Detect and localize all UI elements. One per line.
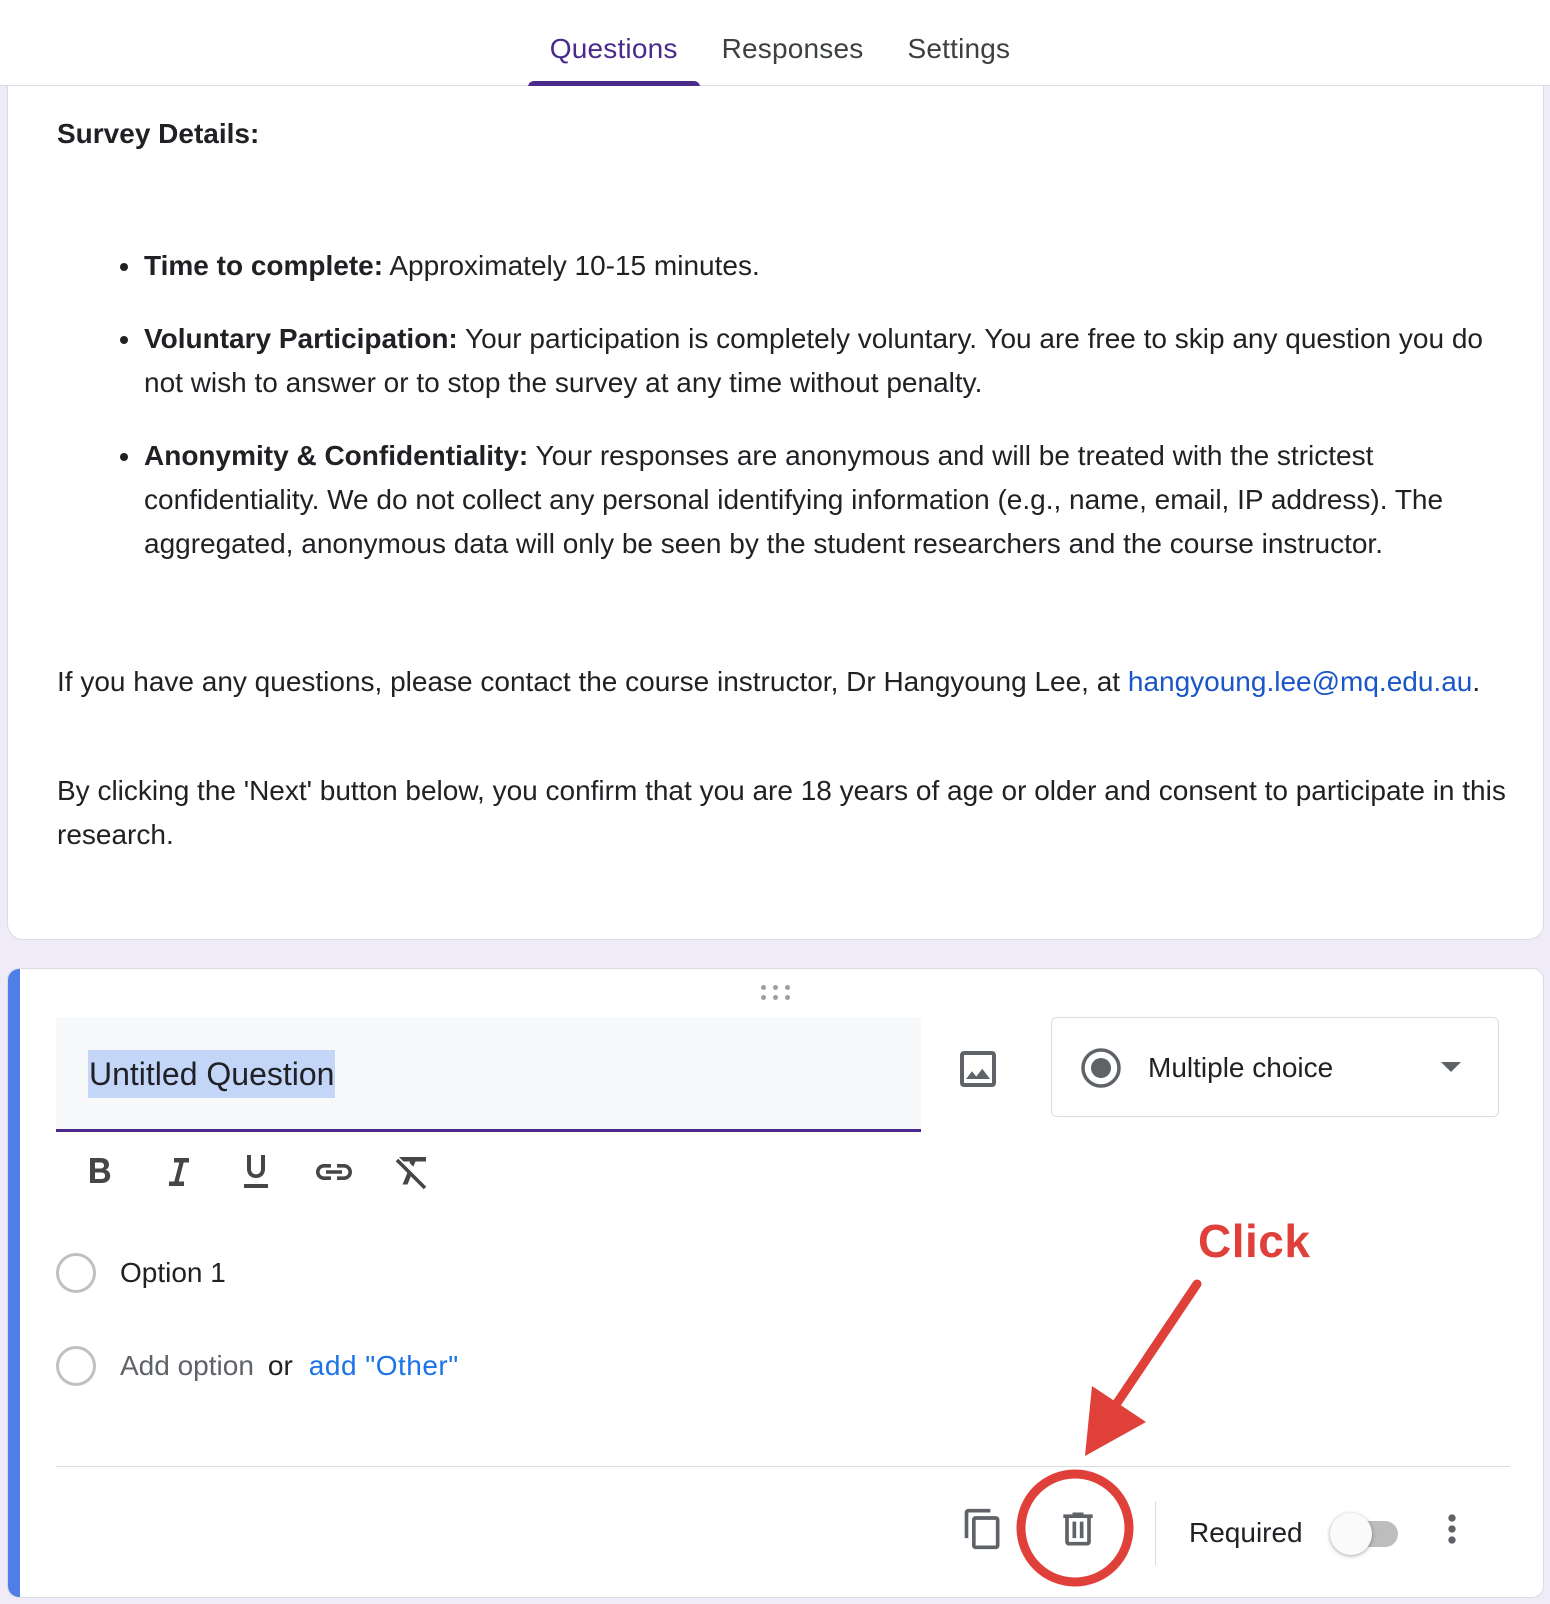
- tab-responses[interactable]: Responses: [700, 0, 886, 86]
- tab-settings[interactable]: Settings: [885, 0, 1032, 86]
- more-vert-icon[interactable]: [1424, 1501, 1480, 1557]
- active-card-accent: [8, 969, 20, 1597]
- format-clear-icon[interactable]: [388, 1149, 436, 1195]
- add-other-button[interactable]: add "Other": [309, 1350, 459, 1382]
- footer-separator: [1155, 1501, 1156, 1565]
- contact-email-link[interactable]: hangyoung.lee@mq.edu.au: [1128, 666, 1472, 697]
- radio-button-unchecked-icon: [56, 1253, 96, 1293]
- form-description-card[interactable]: Survey Details: Time to complete: Approx…: [7, 86, 1544, 940]
- option-row: Option 1: [56, 1251, 226, 1295]
- copy-icon[interactable]: [955, 1501, 1011, 1557]
- list-item-voluntary: Voluntary Participation: Your participat…: [88, 317, 1518, 405]
- trash-icon[interactable]: [1050, 1501, 1106, 1557]
- consent-paragraph: By clicking the 'Next' button below, you…: [57, 775, 1506, 850]
- question-card[interactable]: Untitled Question Multiple choice Option…: [7, 968, 1544, 1598]
- question-type-dropdown[interactable]: Multiple choice: [1051, 1017, 1499, 1117]
- bullet-label: Anonymity & Confidentiality:: [144, 440, 529, 471]
- image-icon[interactable]: [954, 1045, 1002, 1093]
- click-annotation-label: Click: [1198, 1215, 1311, 1267]
- arrow-drop-down-icon: [1441, 1062, 1461, 1072]
- add-option-row: Add option or add "Other": [56, 1344, 459, 1388]
- contact-end: .: [1472, 666, 1481, 697]
- bullet-label: Time to complete:: [144, 250, 384, 281]
- tab-questions[interactable]: Questions: [527, 0, 700, 87]
- link-icon[interactable]: [310, 1149, 358, 1195]
- option-1-text[interactable]: Option 1: [120, 1257, 226, 1289]
- survey-details-list: Time to complete: Approximately 10-15 mi…: [88, 244, 1518, 595]
- format-underline-icon[interactable]: [232, 1149, 280, 1195]
- survey-details-heading: Survey Details:: [57, 118, 260, 149]
- format-bold-icon[interactable]: [76, 1149, 124, 1195]
- add-option-button[interactable]: Add option: [120, 1350, 254, 1382]
- bullet-label: Voluntary Participation:: [144, 323, 458, 354]
- required-label: Required: [1189, 1517, 1303, 1548]
- footer-divider: [56, 1466, 1510, 1467]
- list-item-time: Time to complete: Approximately 10-15 mi…: [88, 244, 1518, 288]
- bullet-text: Approximately 10-15 minutes.: [383, 250, 760, 281]
- or-label: or: [267, 1350, 293, 1381]
- radio-button-unchecked-icon: [56, 1346, 96, 1386]
- contact-text: If you have any questions, please contac…: [57, 666, 1128, 697]
- question-title-input[interactable]: Untitled Question: [56, 1017, 921, 1132]
- contact-paragraph: If you have any questions, please contac…: [57, 660, 1517, 704]
- format-italic-icon[interactable]: [154, 1149, 202, 1195]
- question-title-text: Untitled Question: [88, 1050, 336, 1098]
- toggle-thumb: [1330, 1513, 1372, 1555]
- tab-bar: Questions Responses Settings: [0, 0, 1550, 87]
- list-item-anonymity: Anonymity & Confidentiality: Your respon…: [88, 434, 1518, 566]
- drag-handle-icon[interactable]: [761, 983, 795, 1003]
- radio-button-checked-icon: [1081, 1048, 1121, 1088]
- required-toggle[interactable]: [1326, 1511, 1406, 1557]
- question-type-label: Multiple choice: [1148, 1052, 1334, 1083]
